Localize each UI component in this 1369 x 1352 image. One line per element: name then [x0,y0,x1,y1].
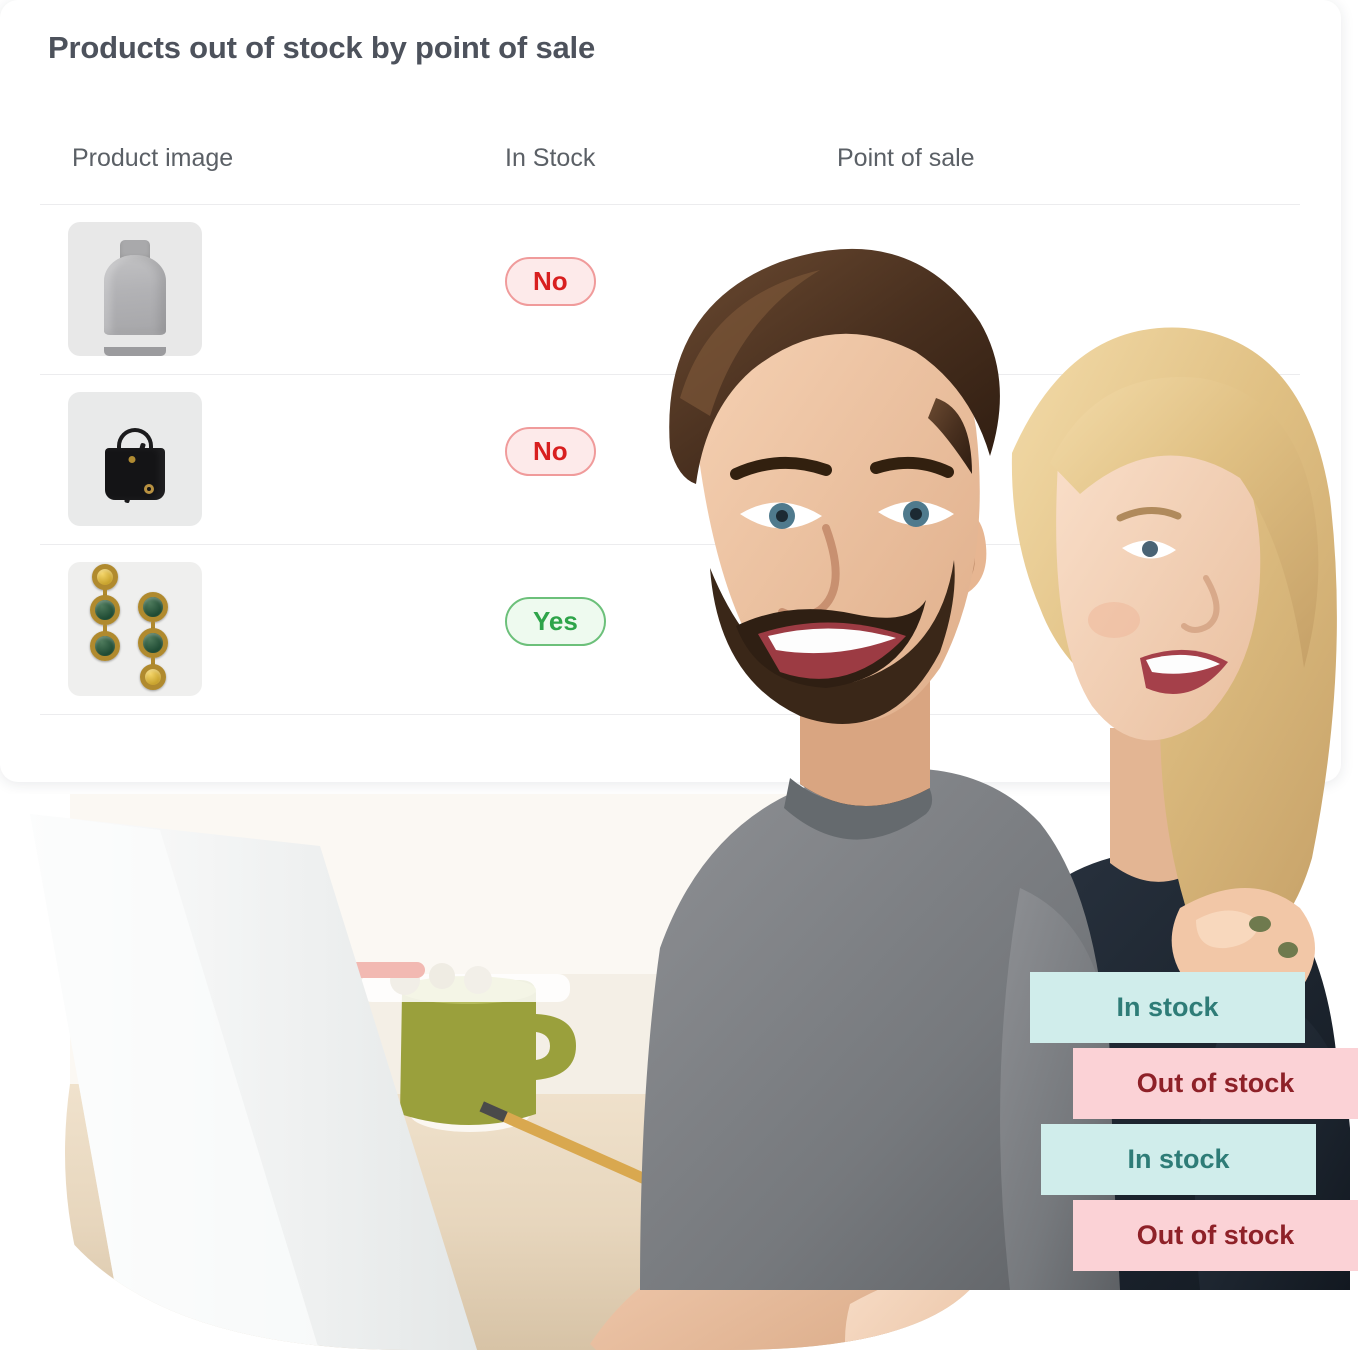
in-stock-cell: No [505,257,715,307]
page-title: Products out of stock by point of sale [48,30,595,65]
table-row[interactable]: Yes [40,545,1300,715]
point-of-sale-value: Amazon [837,433,937,463]
table-row-divider [40,714,1300,715]
in-stock-cell: No [505,427,715,477]
product-thumbnail[interactable] [68,392,202,526]
point-of-sale-value: Ebay [837,263,899,293]
stock-tag-in-stock-1: In stock [1030,972,1305,1043]
column-header-point-of-sale: Point of sale [837,144,975,172]
table-row[interactable]: No Ebay [40,205,1300,375]
table-header-row: Product image In Stock Point of sale [40,128,1300,205]
status-badge: Yes [505,597,606,647]
screenshot-root: Products out of stock by point of sale P… [0,0,1369,1352]
stock-tag-in-stock-2: In stock [1041,1124,1316,1195]
column-header-product-image: Product image [72,144,234,172]
out-of-stock-card: Products out of stock by point of sale P… [0,0,1341,782]
products-table: Product image In Stock Point of sale No [40,128,1300,715]
in-stock-cell: Yes [505,597,715,647]
product-thumbnail[interactable] [68,222,202,356]
column-header-in-stock: In Stock [505,144,596,172]
stock-tag-out-of-stock-2: Out of stock [1073,1200,1358,1271]
laptop-desk-photo [0,794,1000,1350]
table-row[interactable]: No Amazon [40,375,1300,545]
stock-tag-group: In stock Out of stock In stock Out of st… [1025,972,1358,1274]
stock-tag-out-of-stock-1: Out of stock [1073,1048,1358,1119]
status-badge: No [505,257,596,307]
status-badge: No [505,427,596,477]
product-thumbnail[interactable] [68,562,202,696]
